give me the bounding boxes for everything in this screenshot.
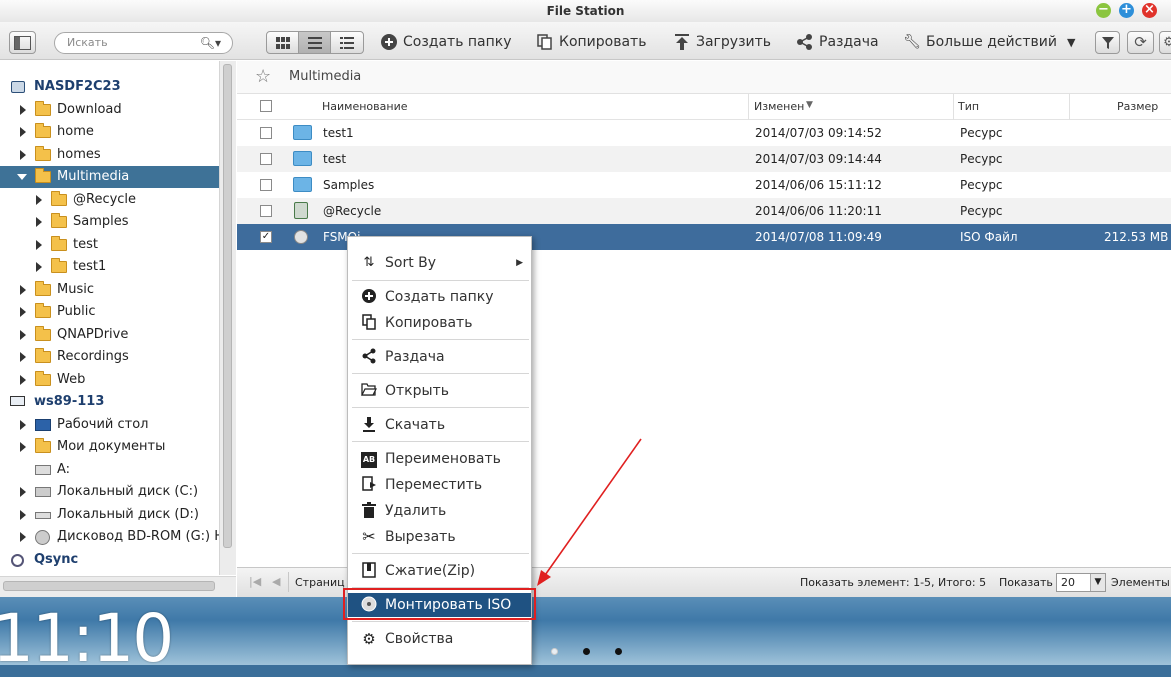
annotation-arrow	[537, 438, 642, 586]
